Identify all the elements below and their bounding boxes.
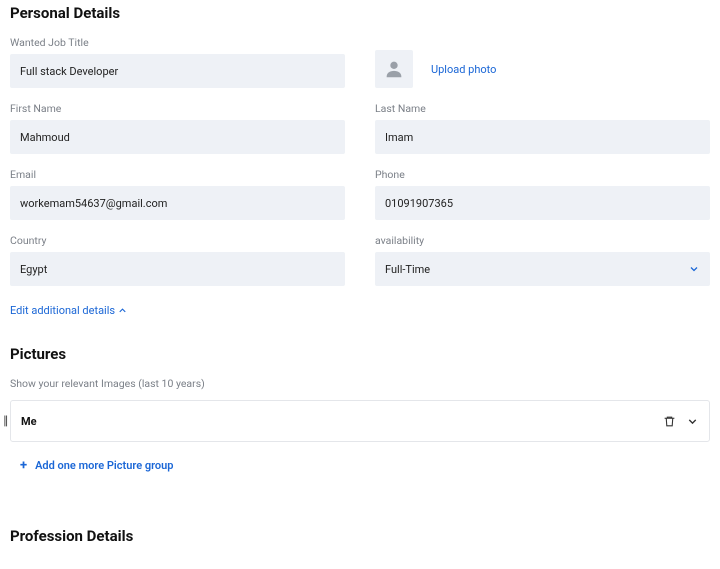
chevron-up-icon: [117, 305, 128, 316]
pictures-help-text: Show your relevant Images (last 10 years…: [10, 377, 710, 390]
email-input[interactable]: [10, 186, 345, 220]
phone-input[interactable]: [375, 186, 710, 220]
add-picture-group-button[interactable]: + Add one more Picture group: [20, 458, 710, 473]
wanted-job-title-input[interactable]: [10, 54, 345, 88]
availability-label: availability: [375, 234, 710, 247]
availability-select[interactable]: [375, 252, 710, 286]
person-icon: [383, 58, 405, 80]
first-name-input[interactable]: [10, 120, 345, 154]
email-label: Email: [10, 168, 345, 181]
plus-icon: +: [20, 458, 27, 473]
avatar-placeholder[interactable]: [375, 50, 413, 88]
phone-label: Phone: [375, 168, 710, 181]
wanted-job-title-label: Wanted Job Title: [10, 36, 345, 49]
upload-photo-link[interactable]: Upload photo: [431, 63, 496, 76]
profession-details-heading: Profession Details: [10, 527, 710, 545]
edit-additional-details-link[interactable]: Edit additional details: [10, 304, 710, 317]
first-name-label: First Name: [10, 102, 345, 115]
pictures-heading: Pictures: [10, 345, 710, 363]
picture-group-title: Me: [21, 415, 37, 428]
last-name-label: Last Name: [375, 102, 710, 115]
delete-icon[interactable]: [663, 415, 676, 428]
drag-handle-icon[interactable]: ∥: [3, 419, 8, 423]
country-input[interactable]: [10, 252, 345, 286]
last-name-input[interactable]: [375, 120, 710, 154]
chevron-down-icon[interactable]: [686, 415, 699, 428]
country-label: Country: [10, 234, 345, 247]
personal-details-heading: Personal Details: [10, 4, 710, 22]
picture-group-card[interactable]: ∥ Me: [10, 400, 710, 442]
